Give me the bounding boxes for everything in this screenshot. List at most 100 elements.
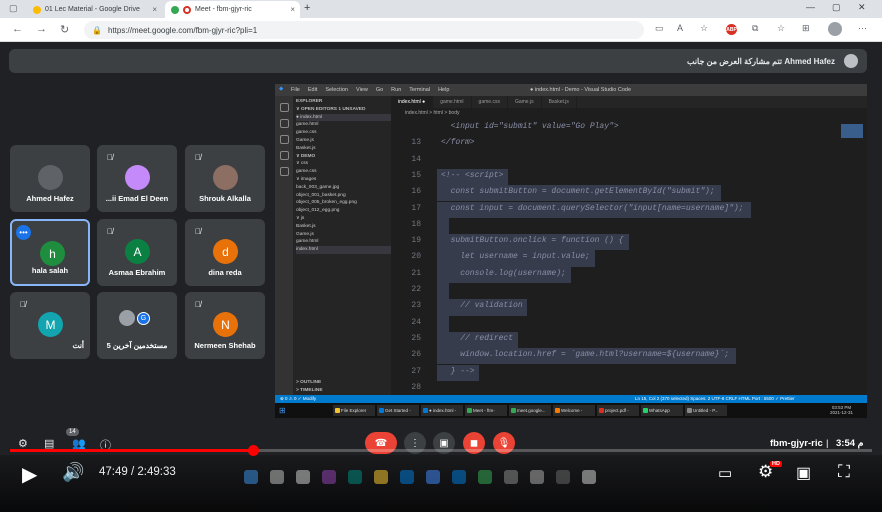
- favorite-star-icon[interactable]: ☆: [700, 23, 708, 34]
- play-icon[interactable]: ▶: [22, 462, 37, 487]
- app-icon[interactable]: [582, 470, 596, 484]
- explorer-item[interactable]: game.html: [296, 238, 391, 246]
- minimize-button[interactable]: —: [806, 2, 815, 12]
- taskbar-app[interactable]: File Explorer: [333, 405, 375, 416]
- taskbar-app[interactable]: ● index.html -: [421, 405, 463, 416]
- read-aloud-icon[interactable]: A: [677, 23, 683, 33]
- participant-tile-selected[interactable]: ••• h hala salah: [10, 219, 90, 286]
- new-tab-button[interactable]: +: [304, 2, 310, 14]
- taskbar-app[interactable]: Untitled - P...: [685, 405, 727, 416]
- explorer-item[interactable]: Basket.js: [296, 223, 391, 231]
- explorer-item[interactable]: back_003_game.jpg: [296, 184, 391, 192]
- timeline-section[interactable]: > TIMELINE: [296, 387, 323, 395]
- task-view-icon[interactable]: [296, 470, 310, 484]
- fullscreen-icon[interactable]: ⛶: [838, 462, 850, 482]
- menu-item[interactable]: Run: [391, 87, 401, 93]
- volume-icon[interactable]: 🔊: [62, 462, 84, 483]
- menu-item[interactable]: View: [356, 87, 368, 93]
- teams-icon[interactable]: [322, 470, 336, 484]
- camera-icon[interactable]: ▭: [655, 23, 664, 34]
- explorer-item[interactable]: ∨ DEMO: [296, 153, 391, 161]
- vscode-icon[interactable]: [426, 470, 440, 484]
- reload-icon[interactable]: ↻: [60, 23, 69, 36]
- menu-item[interactable]: Edit: [308, 87, 317, 93]
- taskbar-app[interactable]: meet.google...: [509, 405, 551, 416]
- outlook-icon[interactable]: [452, 470, 466, 484]
- chrome-icon[interactable]: [478, 470, 492, 484]
- explorer-item[interactable]: Game.js: [296, 231, 391, 239]
- search-icon[interactable]: [270, 470, 284, 484]
- explorer-item[interactable]: ∨ js: [296, 215, 391, 223]
- favorites-icon[interactable]: ☆: [777, 23, 785, 34]
- collections-icon[interactable]: ⊞: [802, 23, 810, 34]
- explorer-item[interactable]: Game.js: [296, 137, 391, 145]
- editor-tab[interactable]: Game.js: [508, 96, 542, 108]
- windows-start-icon[interactable]: [244, 470, 258, 484]
- menu-item[interactable]: File: [291, 87, 300, 93]
- back-icon[interactable]: ←: [12, 23, 23, 35]
- explorer-item[interactable]: Basket.js: [296, 145, 391, 153]
- debug-icon[interactable]: [279, 151, 289, 160]
- more-menu-icon[interactable]: ⋯: [858, 23, 867, 34]
- participant-tile[interactable]: 🎙̸ A Asmaa Ebrahim: [97, 219, 177, 286]
- subtitles-icon[interactable]: ▭: [718, 464, 732, 482]
- window-close-button[interactable]: ✕: [858, 2, 866, 13]
- participant-tile[interactable]: 🎙̸ ...ii Emad El Deen: [97, 145, 177, 212]
- tab-meet[interactable]: Meet - fbm-gjyr-ric ×: [165, 1, 300, 18]
- miniplayer-icon[interactable]: ▣: [796, 463, 811, 483]
- menu-item[interactable]: Help: [438, 87, 449, 93]
- app-icon[interactable]: [530, 470, 544, 484]
- editor-tab[interactable]: game.html: [433, 96, 472, 108]
- editor-tab[interactable]: Basket.js: [542, 96, 577, 108]
- explorer-item[interactable]: index.html: [296, 246, 391, 254]
- menu-item[interactable]: Selection: [325, 87, 348, 93]
- explorer-item[interactable]: EXPLORER: [296, 98, 391, 106]
- participant-tile[interactable]: Ahmed Hafez: [10, 145, 90, 212]
- explorer-item[interactable]: object_012_egg.png: [296, 207, 391, 215]
- more-options-icon[interactable]: •••: [16, 225, 31, 240]
- tab-actions-icon[interactable]: ▢: [9, 3, 18, 14]
- maximize-button[interactable]: ▢: [832, 2, 841, 13]
- forward-icon[interactable]: →: [36, 23, 47, 35]
- participant-tile[interactable]: 🎙̸ N Nermeen Shehab: [185, 292, 265, 359]
- outline-section[interactable]: > OUTLINE: [296, 379, 321, 387]
- menu-item[interactable]: Go: [376, 87, 383, 93]
- participant-tile[interactable]: 🎙̸ d dina reda: [185, 219, 265, 286]
- store-icon[interactable]: [400, 470, 414, 484]
- url-bar[interactable]: 🔒 https://meet.google.com/fbm-gjyr-ric?p…: [84, 21, 644, 39]
- taskbar-app[interactable]: Get Started -: [377, 405, 419, 416]
- others-tile[interactable]: G 5 مستخدمين آخرين: [97, 292, 177, 359]
- explorer-item[interactable]: ∨ css: [296, 160, 391, 168]
- explorer-icon[interactable]: [279, 103, 289, 112]
- progress-bar[interactable]: [10, 445, 872, 456]
- explorer-item[interactable]: game.html: [296, 121, 391, 129]
- menu-item[interactable]: Terminal: [409, 87, 430, 93]
- adblock-icon[interactable]: ABP: [726, 24, 737, 35]
- editor-tab[interactable]: game.css: [472, 96, 508, 108]
- search-icon[interactable]: [279, 119, 289, 128]
- taskbar-app[interactable]: WhatsApp: [641, 405, 683, 416]
- taskbar-app[interactable]: project.pdf -: [597, 405, 639, 416]
- extensions-icon[interactable]: ⧉: [752, 23, 758, 34]
- extensions-icon[interactable]: [279, 167, 289, 176]
- explorer-item[interactable]: ∨ images: [296, 176, 391, 184]
- file-explorer-icon[interactable]: [374, 470, 388, 484]
- explorer-item[interactable]: ∨ OPEN EDITORS 1 UNSAVED: [296, 106, 391, 114]
- close-icon[interactable]: ×: [290, 5, 295, 14]
- explorer-item[interactable]: ● index.html: [296, 113, 391, 122]
- tab-google-drive[interactable]: 01 Lec Material - Google Drive ×: [27, 1, 162, 18]
- app-icon[interactable]: [556, 470, 570, 484]
- source-control-icon[interactable]: [279, 135, 289, 144]
- scrubber-knob[interactable]: [248, 445, 260, 456]
- explorer-item[interactable]: object_001_basket.png: [296, 192, 391, 200]
- profile-avatar[interactable]: [828, 22, 842, 36]
- editor-tab[interactable]: index.html ●: [391, 96, 434, 108]
- explorer-item[interactable]: object_005_broken_egg.png: [296, 199, 391, 207]
- close-icon[interactable]: ×: [152, 5, 157, 14]
- explorer-item[interactable]: game.css: [296, 168, 391, 176]
- explorer-item[interactable]: game.css: [296, 129, 391, 137]
- edge-icon[interactable]: [348, 470, 362, 484]
- app-icon[interactable]: [504, 470, 518, 484]
- taskbar-app[interactable]: Welcome -: [553, 405, 595, 416]
- taskbar-app[interactable]: Meet - ftm-: [465, 405, 507, 416]
